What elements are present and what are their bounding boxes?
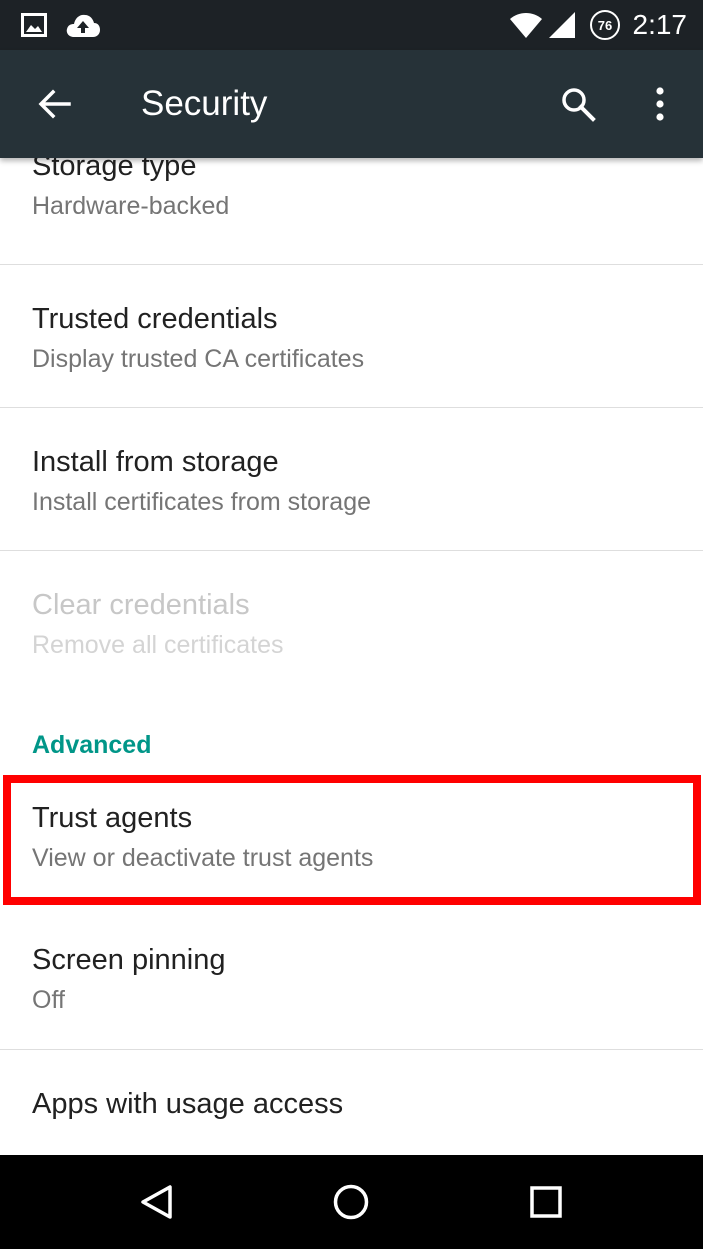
item-title: Trusted credentials [32, 303, 278, 335]
item-summary: View or deactivate trust agents [32, 844, 374, 872]
list-item-trust-agents[interactable]: Trust agents View or deactivate trust ag… [0, 780, 703, 906]
item-summary: Install certificates from storage [32, 488, 372, 516]
wifi-icon [508, 10, 544, 40]
item-title: Screen pinning [32, 944, 226, 976]
item-title: Install from storage [32, 446, 279, 478]
list-item-screen-pinning[interactable]: Screen pinning Off [0, 907, 703, 1049]
list-item-apps-usage-access[interactable]: Apps with usage access [0, 1050, 703, 1155]
status-bar: 76 2:17 [0, 0, 703, 50]
back-triangle-icon[interactable] [126, 1172, 186, 1232]
list-item-install-from-storage[interactable]: Install from storage Install certificate… [0, 408, 703, 550]
search-icon[interactable] [548, 74, 608, 134]
section-header-advanced: Advanced [32, 731, 152, 759]
image-icon [18, 10, 50, 40]
item-title: Storage type [32, 158, 197, 182]
list-item-trusted-credentials[interactable]: Trusted credentials Display trusted CA c… [0, 265, 703, 407]
app-toolbar: Security [0, 50, 703, 158]
item-title: Trust agents [32, 802, 193, 834]
cloud-upload-icon [64, 10, 102, 40]
cell-signal-icon [546, 10, 578, 40]
home-circle-icon[interactable] [321, 1172, 381, 1232]
recents-square-icon[interactable] [516, 1172, 576, 1232]
status-time: 2:17 [632, 9, 688, 40]
item-summary: Display trusted CA certificates [32, 345, 365, 373]
settings-list[interactable]: Storage type Hardware-backed Trusted cre… [0, 158, 703, 1155]
item-title: Apps with usage access [32, 1088, 344, 1120]
item-title: Clear credentials [32, 589, 250, 621]
list-item-clear-credentials: Clear credentials Remove all certificate… [0, 551, 703, 693]
overflow-menu-icon[interactable] [630, 74, 690, 134]
page-title: Security [141, 84, 268, 123]
navigation-bar [0, 1155, 703, 1249]
item-summary: Off [32, 986, 65, 1014]
battery-indicator: 76 [590, 10, 620, 40]
item-summary: Hardware-backed [32, 192, 230, 220]
list-item-storage-type[interactable]: Storage type Hardware-backed [0, 158, 703, 264]
item-summary: Remove all certificates [32, 631, 284, 659]
back-arrow-icon[interactable] [24, 74, 84, 134]
